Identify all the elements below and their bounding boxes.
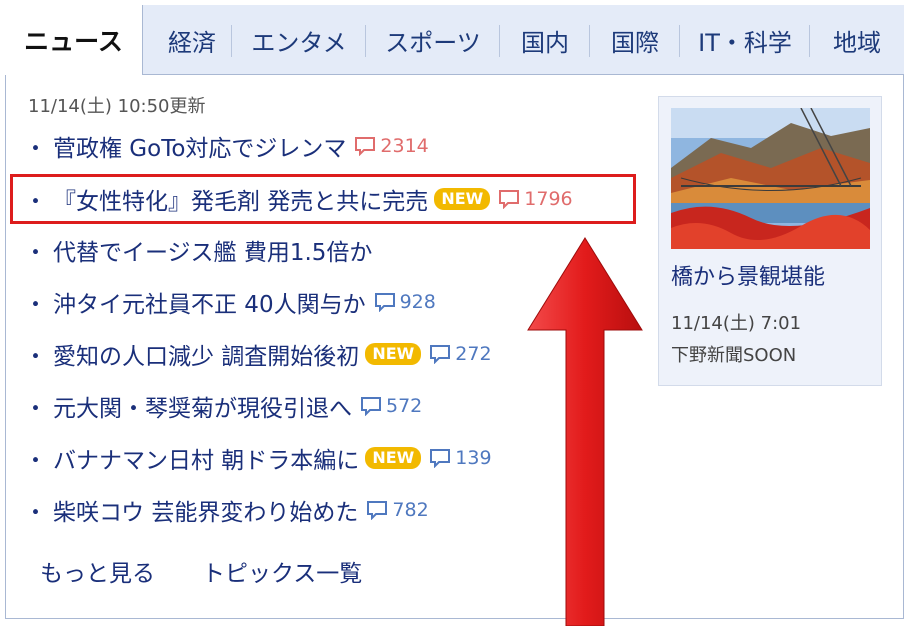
comment-count[interactable]: 782 bbox=[366, 499, 429, 521]
comment-count[interactable]: 139 bbox=[429, 447, 492, 469]
comment-icon bbox=[361, 397, 381, 416]
new-badge: NEW bbox=[365, 343, 422, 365]
tab-sports[interactable]: スポーツ bbox=[371, 5, 495, 75]
tab-divider bbox=[809, 25, 810, 57]
feature-thumbnail[interactable] bbox=[671, 108, 870, 249]
comment-count[interactable]: 2314 bbox=[354, 135, 429, 157]
tab-local[interactable]: 地域 bbox=[815, 5, 899, 75]
news-title[interactable]: 柴咲コウ 芸能界変わり始めた bbox=[53, 493, 358, 527]
comment-count[interactable]: 572 bbox=[360, 395, 422, 417]
bullet: ・ bbox=[24, 240, 47, 266]
feature-date: 11/14(土) 7:01 bbox=[671, 313, 802, 334]
news-item[interactable]: ・ 元大関・琴奨菊が現役引退へ 572 bbox=[24, 386, 422, 426]
tab-economy[interactable]: 経済 bbox=[153, 5, 231, 75]
new-badge: NEW bbox=[434, 188, 491, 210]
news-item[interactable]: ・ 愛知の人口減少 調査開始後初 NEW 272 bbox=[24, 334, 492, 374]
new-badge: NEW bbox=[365, 447, 422, 469]
comment-icon bbox=[430, 449, 451, 468]
news-item[interactable]: ・ バナナマン日村 朝ドラ本編に NEW 139 bbox=[24, 438, 492, 478]
tab-news[interactable]: ニュース bbox=[5, 5, 143, 75]
news-item[interactable]: ・ 沖タイ元社員不正 40人関与か 928 bbox=[24, 282, 436, 322]
news-title[interactable]: 代替でイージス艦 費用1.5倍か bbox=[53, 233, 372, 267]
feature-title[interactable]: 橋から景観堪能 bbox=[671, 259, 825, 291]
tab-entertainment[interactable]: エンタメ bbox=[237, 5, 361, 75]
category-tabs: ニュース 経済 エンタメ スポーツ 国内 国際 IT・科学 地域 bbox=[5, 5, 904, 75]
comment-icon bbox=[499, 190, 520, 209]
updated-timestamp: 11/14(土) 10:50更新 bbox=[28, 96, 206, 117]
bullet: ・ bbox=[24, 189, 47, 215]
news-title[interactable]: 菅政権 GoTo対応でジレンマ bbox=[53, 129, 346, 163]
tab-divider bbox=[231, 25, 232, 57]
news-title[interactable]: バナナマン日村 朝ドラ本編に bbox=[53, 441, 359, 475]
news-title[interactable]: 『女性特化』発毛剤 発売と共に完売 bbox=[53, 182, 428, 216]
news-title[interactable]: 愛知の人口減少 調査開始後初 bbox=[53, 337, 359, 371]
tab-divider bbox=[499, 25, 500, 57]
tab-divider bbox=[365, 25, 366, 57]
news-item[interactable]: ・ 代替でイージス艦 費用1.5倍か bbox=[24, 230, 372, 270]
news-item[interactable]: ・ 『女性特化』発毛剤 発売と共に完売 NEW 1796 bbox=[24, 179, 573, 219]
bullet: ・ bbox=[24, 448, 47, 474]
comment-count[interactable]: 272 bbox=[429, 343, 492, 365]
more-link[interactable]: もっと見る bbox=[40, 554, 155, 588]
annotation-arrow bbox=[527, 237, 643, 626]
news-item[interactable]: ・ 菅政権 GoTo対応でジレンマ 2314 bbox=[24, 126, 429, 166]
comment-count[interactable]: 1796 bbox=[498, 188, 573, 210]
comment-count[interactable]: 928 bbox=[374, 291, 436, 313]
tab-divider bbox=[679, 25, 680, 57]
topics-list-link[interactable]: トピックス一覧 bbox=[202, 554, 362, 588]
comment-icon bbox=[374, 293, 395, 312]
bullet: ・ bbox=[24, 292, 47, 318]
news-title[interactable]: 元大関・琴奨菊が現役引退へ bbox=[53, 389, 352, 423]
comment-icon bbox=[367, 501, 388, 520]
tab-domestic[interactable]: 国内 bbox=[505, 5, 585, 75]
news-title[interactable]: 沖タイ元社員不正 40人関与か bbox=[53, 285, 366, 319]
feature-source: 下野新聞SOON bbox=[671, 345, 797, 366]
tab-it-science[interactable]: IT・科学 bbox=[685, 5, 805, 75]
bullet: ・ bbox=[24, 396, 47, 422]
comment-icon bbox=[430, 345, 451, 364]
bullet: ・ bbox=[24, 136, 47, 162]
bullet: ・ bbox=[24, 344, 47, 370]
tab-world[interactable]: 国際 bbox=[595, 5, 675, 75]
comment-icon bbox=[355, 137, 376, 156]
feature-card[interactable]: 橋から景観堪能 11/14(土) 7:01 下野新聞SOON bbox=[658, 96, 882, 386]
tab-divider bbox=[589, 25, 590, 57]
news-item[interactable]: ・ 柴咲コウ 芸能界変わり始めた 782 bbox=[24, 490, 429, 530]
bullet: ・ bbox=[24, 500, 47, 526]
